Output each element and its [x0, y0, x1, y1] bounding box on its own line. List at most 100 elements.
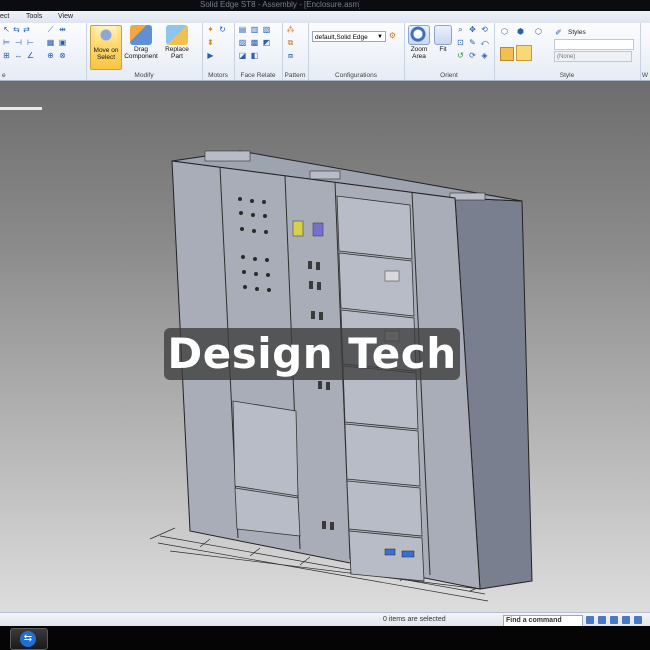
motor-icon[interactable]: ✦	[206, 26, 215, 34]
face-mate-icon[interactable]: ▩	[250, 39, 259, 47]
rotate-view-icon[interactable]: ⟲	[480, 26, 489, 34]
style-brush-icon[interactable]: ✐	[554, 29, 563, 37]
group-label-face-relate: Face Relate	[240, 72, 276, 79]
select-icon[interactable]: ⇆	[12, 26, 21, 34]
axial-icon[interactable]: ⊕	[46, 52, 55, 60]
distance-icon[interactable]: ↔	[14, 52, 23, 60]
fit-icon	[434, 25, 452, 45]
group-select: ↖ ⇆ ⇄ ⟋ ⇹ ⊨ ⊣ ⊢ ▦ ▣ ⊞ ↔ ∠ ⊕ ⊗ e	[0, 23, 87, 80]
group-style: ⬡ ⬢ ⬡ Styles ✐ (None) Style	[494, 23, 641, 80]
group-configurations: default,Solid Edge ▼ ⚙ Configurations	[308, 23, 405, 80]
plane-icon[interactable]: ⊢	[26, 39, 35, 47]
configuration-manager-icon[interactable]: ⚙	[388, 32, 397, 40]
zoom-status-icon[interactable]	[598, 616, 606, 624]
refresh-icon[interactable]: ↺	[456, 52, 465, 60]
group-motors: ✦ ↻ ⬍ ▶ Motors	[202, 23, 235, 80]
zoom-area-icon	[408, 25, 430, 45]
view-icon[interactable]: ⊡	[456, 39, 465, 47]
group-window: W	[640, 23, 650, 80]
style-combo[interactable]	[554, 39, 634, 50]
menu-item-tools[interactable]: Tools	[26, 11, 42, 23]
zoom-icon[interactable]: ⌕	[456, 26, 465, 34]
drag-component-button[interactable]: Drag Component	[123, 25, 159, 60]
cube-wireframe-icon[interactable]: ⬡	[534, 28, 543, 36]
line-icon[interactable]: ⟋	[46, 26, 55, 34]
title-bar: Solid Edge ST8 - Assembly - [Enclosure.a…	[0, 0, 650, 11]
sketch-view-icon[interactable]: ✎	[468, 39, 477, 47]
styles-label: Styles	[568, 29, 586, 36]
flip-icon[interactable]: ⇄	[22, 26, 31, 34]
remote-arrows-icon: ⇆	[20, 631, 36, 647]
center-icon[interactable]: ⊣	[14, 39, 23, 47]
group-modify: Move on Select Drag Component Replace Pa…	[86, 23, 203, 80]
chevron-down-icon: ▼	[377, 34, 383, 40]
zoom-area-button[interactable]: Zoom Area	[406, 25, 432, 60]
replace-part-button[interactable]: Replace Part	[162, 25, 192, 60]
rotate-status-icon[interactable]	[622, 616, 630, 624]
face-planar-icon[interactable]: ◪	[238, 52, 247, 60]
rotate-icon[interactable]: ↻	[218, 26, 227, 34]
group-label-modify: Modify	[134, 72, 154, 79]
drag-component-label: Drag Component	[124, 46, 158, 60]
cube-visible-edges-icon[interactable]: ⬢	[516, 28, 525, 36]
view-toggle-icon[interactable]	[586, 616, 594, 624]
styles-value: (None)	[557, 54, 576, 60]
replace-part-label: Replace Part	[165, 46, 189, 60]
menu-item-view[interactable]: View	[58, 11, 73, 23]
box-icon[interactable]: ▣	[58, 39, 67, 47]
styles-dropdown[interactable]: (None)	[554, 51, 632, 62]
group-label-orient: Orient	[440, 72, 458, 79]
common-views-icon[interactable]: ◈	[480, 52, 489, 60]
previous-view-icon[interactable]: ⤺	[480, 39, 489, 47]
pan-icon[interactable]: ✥	[468, 26, 477, 34]
move-on-select-label: Move on Select	[93, 47, 119, 61]
linear-motor-icon[interactable]: ⬍	[206, 39, 215, 47]
mirror-icon[interactable]: ⇹	[58, 26, 67, 34]
group-orient: Zoom Area Fit ⌕ ✥ ⟲ ⊡ ✎ ⤺ ↺ ⟳ ◈ Orient	[404, 23, 495, 80]
group-label-motors: Motors	[208, 72, 228, 79]
pattern-icon[interactable]: ⁂	[286, 26, 295, 34]
group-label-window: W	[641, 72, 649, 79]
group-pattern: ⁂ ⧉ ⧈ Pattern	[282, 23, 309, 80]
top-cover-1	[204, 150, 251, 162]
group-label-configurations: Configurations	[335, 72, 377, 79]
remote-app-taskbar-button[interactable]: ⇆	[10, 628, 48, 650]
angle-icon[interactable]: ∠	[26, 52, 35, 60]
spin-icon[interactable]: ⟳	[468, 52, 477, 60]
configuration-value: default,Solid Edge	[315, 34, 368, 41]
duplicate-icon[interactable]: ⧈	[286, 52, 295, 60]
design-tech-watermark: Design Tech	[164, 328, 460, 380]
fit-status-icon[interactable]	[634, 616, 642, 624]
selection-status: 0 items are selected	[383, 616, 446, 623]
fit-button[interactable]: Fit	[433, 25, 453, 53]
group-face-relate: ▤ ▥ ▧ ▨ ▩ ◩ ◪ ◧ Face Relate	[234, 23, 283, 80]
window-title: Solid Edge ST8 - Assembly - [Enclosure.a…	[200, 0, 360, 9]
configuration-dropdown[interactable]: default,Solid Edge ▼	[312, 31, 386, 42]
top-cover-2	[309, 170, 341, 180]
menu-item-select[interactable]: ect	[0, 11, 9, 23]
face-cam-icon[interactable]: ◧	[250, 52, 259, 60]
arrow-icon[interactable]: ↖	[2, 26, 11, 34]
face-tangent-icon[interactable]: ▨	[238, 39, 247, 47]
mirror-component-icon[interactable]: ⧉	[286, 39, 295, 47]
face-offset-icon[interactable]: ▤	[238, 26, 247, 34]
grid-icon[interactable]: ▦	[46, 39, 55, 47]
cube-shaded-icon[interactable]: ⬡	[500, 28, 509, 36]
shaded-icon[interactable]	[500, 47, 514, 61]
face-parallel-icon[interactable]: ▧	[262, 26, 271, 34]
connect-icon[interactable]: ⊗	[58, 52, 67, 60]
pan-status-icon[interactable]	[610, 616, 618, 624]
group-label-select: e	[2, 72, 6, 79]
move-on-select-button[interactable]: Move on Select	[90, 25, 122, 70]
drag-icon	[130, 25, 152, 45]
fit-label: Fit	[439, 46, 447, 53]
solid-edge-window: Solid Edge ST8 - Assembly - [Enclosure.a…	[0, 0, 650, 650]
insert-icon[interactable]: ⊞	[2, 52, 11, 60]
move-icon	[95, 26, 117, 46]
group-label-pattern: Pattern	[284, 72, 306, 79]
shaded-edges-icon[interactable]	[516, 45, 532, 61]
face-angle-icon[interactable]: ◩	[262, 39, 271, 47]
face-align-icon[interactable]: ▥	[250, 26, 259, 34]
align-icon[interactable]: ⊨	[2, 39, 11, 47]
simulate-icon[interactable]: ▶	[206, 52, 215, 60]
